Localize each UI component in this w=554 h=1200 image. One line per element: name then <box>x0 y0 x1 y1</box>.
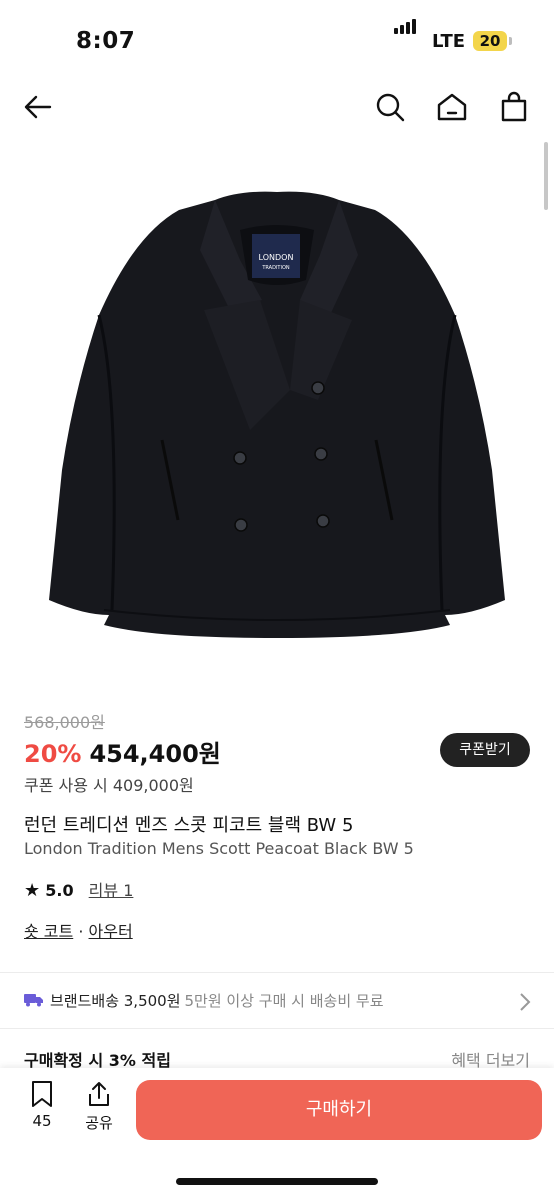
category-separator: · <box>78 922 84 941</box>
category-short-coat[interactable]: 숏 코트 <box>24 922 73 941</box>
search-icon[interactable] <box>372 89 408 125</box>
home-icon[interactable] <box>434 89 470 125</box>
battery-cap <box>509 37 512 45</box>
shipping-row[interactable]: 브랜드배송 3,500원 5만원 이상 구매 시 배송비 무료 <box>24 990 384 1011</box>
category-breadcrumb: 숏 코트 · 아우터 <box>24 918 133 942</box>
coupon-button[interactable]: 쿠폰받기 <box>440 733 530 767</box>
back-arrow-icon[interactable] <box>20 89 56 125</box>
status-bar: 8:07 LTE 20 <box>0 0 554 80</box>
category-outer[interactable]: 아우터 <box>89 922 133 941</box>
coat-illustration: LONDON TRADITION <box>49 191 505 638</box>
review-link[interactable]: 리뷰 1 <box>89 881 134 900</box>
bookmark-icon <box>22 1080 62 1112</box>
network-label: LTE <box>432 31 466 52</box>
buy-button[interactable]: 구매하기 <box>136 1080 542 1140</box>
bookmark-button[interactable]: 45 <box>22 1080 62 1130</box>
truck-icon <box>24 993 44 1011</box>
product-image[interactable]: LONDON TRADITION <box>0 140 554 696</box>
original-price: 568,000원 <box>24 713 105 732</box>
label-text-1: LONDON <box>259 253 294 262</box>
battery-icon: 20 <box>473 31 507 51</box>
home-indicator <box>176 1178 378 1185</box>
shipping-label: 브랜드배송 3,500원 <box>50 992 181 1010</box>
shipping-note: 5만원 이상 구매 시 배송비 무료 <box>184 992 384 1010</box>
sale-price: 454,400원 <box>89 740 221 768</box>
top-nav <box>0 80 554 140</box>
section-divider <box>0 972 554 973</box>
status-time: 8:07 <box>76 28 136 54</box>
share-icon <box>78 1080 120 1112</box>
bookmark-count: 45 <box>32 1112 52 1130</box>
label-text-2: TRADITION <box>261 265 290 271</box>
share-button[interactable]: 공유 <box>78 1080 120 1133</box>
shopping-bag-icon[interactable] <box>496 89 532 125</box>
section-divider <box>0 1028 554 1029</box>
product-title-ko: 런던 트레디션 멘즈 스콧 피코트 블랙 BW 5 <box>24 815 354 836</box>
price-row: 20% 454,400원 <box>24 734 221 769</box>
product-title-en: London Tradition Mens Scott Peacoat Blac… <box>24 839 414 858</box>
scrollbar[interactable] <box>544 142 548 210</box>
share-label: 공유 <box>85 1114 113 1132</box>
star-icon: ★ <box>24 880 41 901</box>
coupon-price-note: 쿠폰 사용 시 409,000원 <box>24 776 194 795</box>
rating-row: ★ 5.0 리뷰 1 <box>24 877 133 901</box>
discount-rate: 20% <box>24 740 82 768</box>
chevron-right-icon[interactable] <box>518 992 532 1016</box>
rating-score: 5.0 <box>45 881 74 900</box>
